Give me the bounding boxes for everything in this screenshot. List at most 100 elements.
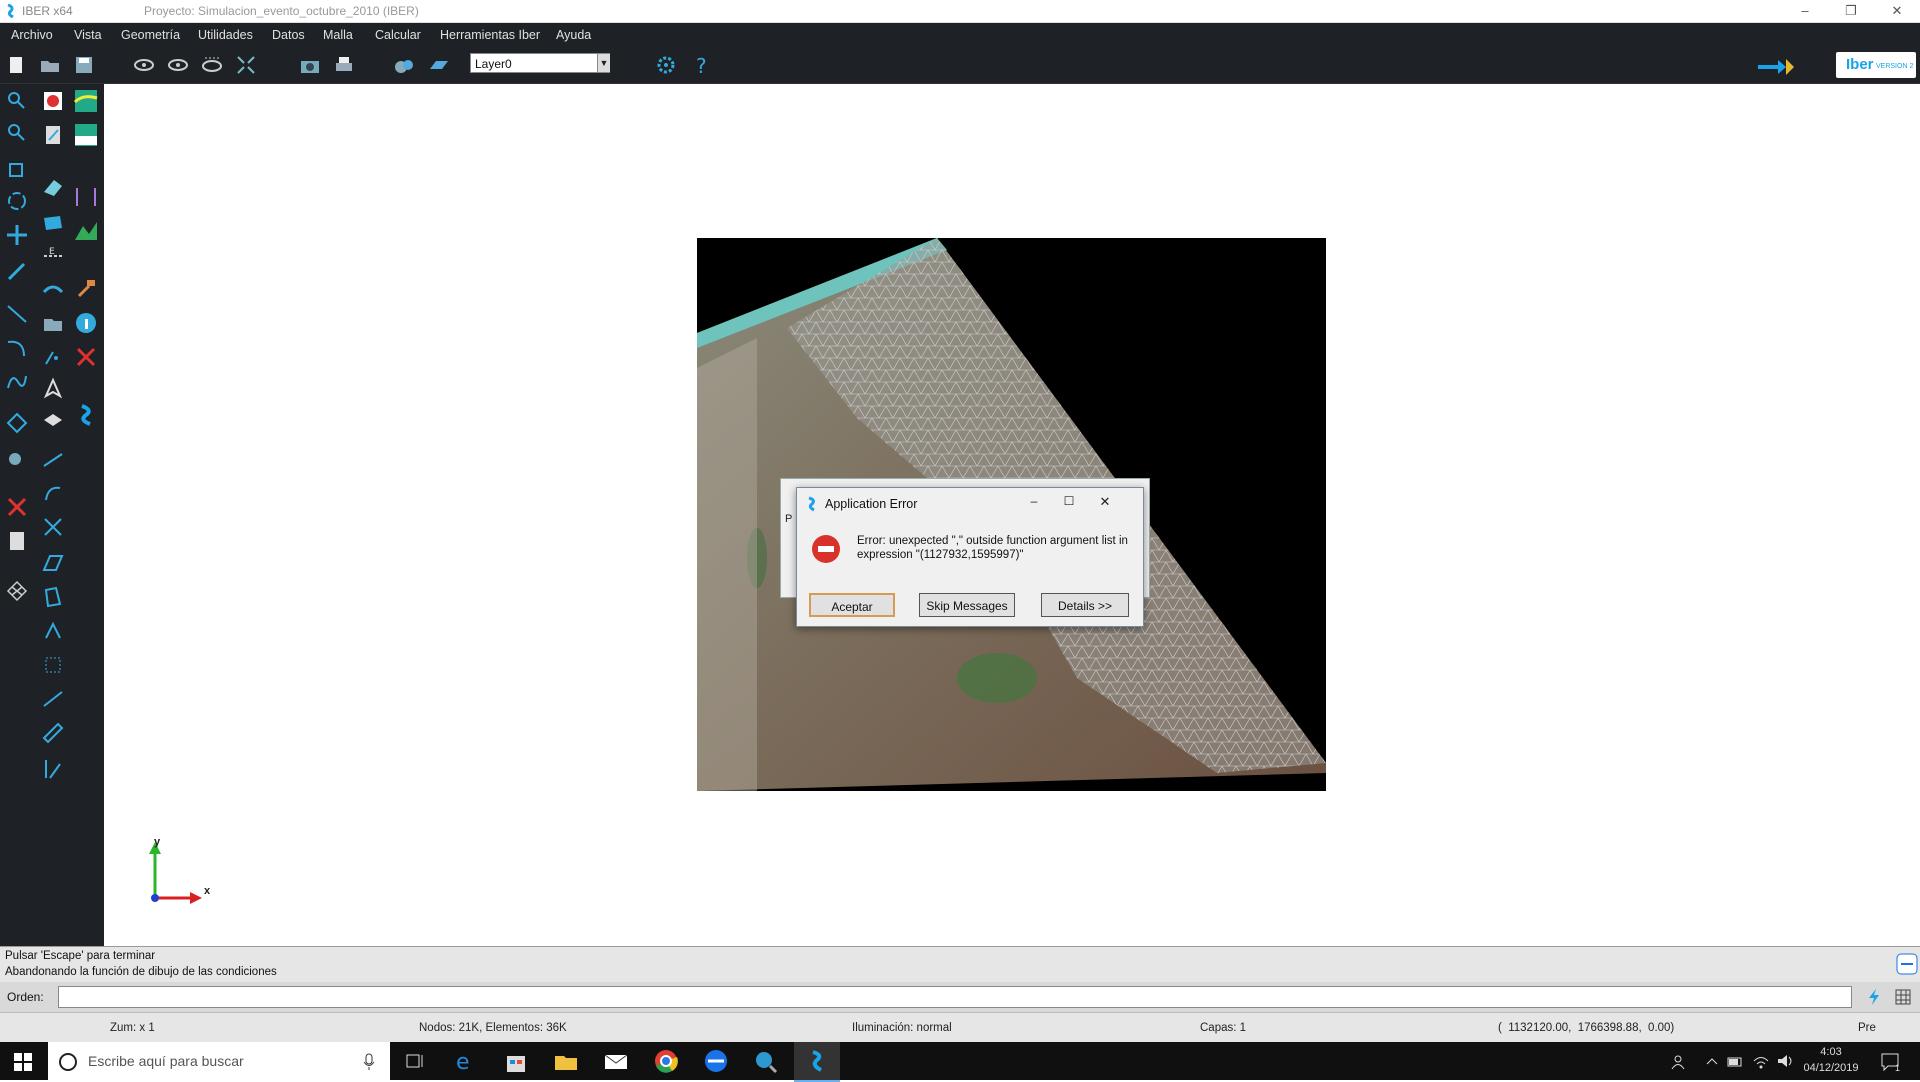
clock-time[interactable]: 4:03 — [1800, 1046, 1862, 1058]
render-icon[interactable] — [392, 53, 416, 77]
volume-icon[interactable] — [1776, 1053, 1794, 1069]
save-icon[interactable] — [72, 53, 96, 77]
dialog-maximize-button[interactable]: ☐ — [1059, 494, 1079, 512]
copy-entities-icon[interactable] — [40, 652, 66, 678]
polygon-icon[interactable] — [4, 410, 30, 436]
surface-icon[interactable] — [40, 208, 66, 234]
terrain-icon[interactable] — [73, 218, 99, 244]
spline-icon[interactable] — [4, 368, 30, 394]
minimize-button[interactable]: – — [1782, 0, 1828, 22]
camera-icon[interactable] — [298, 53, 322, 77]
ruler-icon[interactable] — [40, 720, 66, 746]
teamviewer-icon[interactable] — [702, 1048, 730, 1074]
open-folder-icon[interactable] — [38, 53, 62, 77]
intersect-icon[interactable] — [40, 514, 66, 540]
chevron-down-icon[interactable]: ▼ — [597, 54, 610, 72]
arc-icon[interactable] — [4, 334, 30, 360]
print-icon[interactable] — [332, 53, 356, 77]
raster-dem-icon[interactable] — [73, 122, 99, 148]
menu-malla[interactable]: Malla — [323, 28, 353, 42]
teamviewer-side-icon[interactable] — [1896, 953, 1918, 975]
skip-messages-button[interactable]: Skip Messages — [919, 593, 1015, 617]
tools-icon[interactable] — [73, 344, 99, 370]
layer-select[interactable]: Layer0 — [470, 53, 610, 73]
command-input[interactable] — [58, 986, 1852, 1008]
clock-date[interactable]: 04/12/2019 — [1800, 1062, 1862, 1074]
raster-map-icon[interactable] — [73, 88, 99, 114]
folder-icon[interactable] — [40, 310, 66, 336]
microphone-icon[interactable] — [362, 1053, 376, 1071]
layers-stack-icon[interactable] — [40, 408, 66, 434]
mail-icon[interactable] — [602, 1048, 630, 1074]
rotate-view-icon[interactable] — [132, 53, 156, 77]
pencil-icon[interactable] — [4, 258, 30, 284]
menu-utilidades[interactable]: Utilidades — [198, 28, 253, 42]
menu-herramientas-iber[interactable]: Herramientas Iber — [440, 28, 540, 42]
task-view-icon[interactable] — [402, 1048, 430, 1074]
transform-icon[interactable] — [40, 618, 66, 644]
rotate-icon[interactable] — [4, 188, 30, 214]
menu-ayuda[interactable]: Ayuda — [556, 28, 591, 42]
grid-toggle-icon[interactable] — [1894, 988, 1912, 1006]
iber-tool-icon[interactable] — [73, 402, 99, 428]
wifi-icon[interactable] — [1752, 1053, 1770, 1069]
details-button[interactable]: Details >> — [1041, 593, 1129, 617]
grid-surface-icon[interactable] — [40, 550, 66, 576]
split-line-icon[interactable] — [40, 446, 66, 472]
magnifier-app-icon[interactable] — [752, 1048, 780, 1074]
measure-icon[interactable] — [40, 756, 66, 782]
hammer-icon[interactable] — [73, 276, 99, 302]
zoom-out-icon[interactable] — [4, 120, 30, 146]
divide-icon[interactable] — [40, 686, 66, 712]
boundary-icon[interactable]: E — [40, 242, 66, 268]
restore-button[interactable]: ❐ — [1828, 0, 1874, 22]
arrow-rainbow-icon[interactable] — [1756, 55, 1798, 75]
layers-icon[interactable] — [426, 53, 450, 77]
edge-browser-icon[interactable]: e — [452, 1048, 480, 1074]
lightning-icon[interactable] — [1866, 988, 1882, 1006]
menu-geometria[interactable]: Geometría — [121, 28, 180, 42]
navigate-icon[interactable] — [40, 376, 66, 402]
point-icon[interactable] — [40, 344, 66, 370]
battery-icon[interactable] — [1726, 1054, 1744, 1070]
curve-edit-icon[interactable] — [40, 480, 66, 506]
water-icon[interactable] — [40, 276, 66, 302]
dialog-close-button[interactable]: ✕ — [1095, 494, 1115, 512]
file-explorer-icon[interactable] — [552, 1048, 580, 1074]
close-button[interactable]: ✕ — [1874, 0, 1920, 22]
menu-archivo[interactable]: Archivo — [11, 28, 53, 42]
zoom-window-icon[interactable] — [4, 154, 30, 180]
mesh-icon[interactable] — [4, 578, 30, 604]
accept-button[interactable]: Aceptar — [809, 593, 895, 617]
people-icon[interactable] — [1670, 1054, 1686, 1070]
taskbar-search[interactable]: Escribe aquí para buscar — [48, 1042, 390, 1080]
dialog-minimize-button[interactable]: – — [1024, 494, 1044, 512]
info-icon[interactable] — [73, 310, 99, 336]
help-icon[interactable]: ? — [690, 53, 714, 77]
view-options-icon[interactable] — [200, 53, 224, 77]
menu-calcular[interactable]: Calcular — [375, 28, 421, 42]
eraser-icon[interactable] — [40, 174, 66, 200]
section-icon[interactable] — [73, 184, 99, 210]
rotate-view-2-icon[interactable] — [166, 53, 190, 77]
chrome-icon[interactable] — [652, 1048, 680, 1074]
line-icon[interactable] — [4, 300, 30, 326]
brush-icon[interactable] — [4, 444, 30, 470]
delete-icon[interactable] — [4, 494, 30, 520]
y-axis-label: y — [154, 836, 161, 848]
chevron-up-icon[interactable] — [1706, 1056, 1718, 1066]
zoom-in-icon[interactable] — [4, 88, 30, 114]
store-icon[interactable] — [502, 1048, 530, 1074]
new-file-icon[interactable] — [4, 53, 28, 77]
volume-icon[interactable] — [40, 584, 66, 610]
edit-document-icon[interactable] — [40, 122, 66, 148]
list-icon[interactable] — [4, 528, 30, 554]
windows-start-icon[interactable] — [14, 1053, 32, 1071]
record-icon[interactable] — [40, 88, 66, 114]
zoom-frame-icon[interactable] — [234, 53, 258, 77]
menu-datos[interactable]: Datos — [272, 28, 305, 42]
settings-icon[interactable] — [654, 53, 678, 77]
pan-icon[interactable] — [4, 222, 30, 248]
menu-vista[interactable]: Vista — [74, 28, 102, 42]
iber-taskbar-button[interactable] — [794, 1042, 840, 1082]
